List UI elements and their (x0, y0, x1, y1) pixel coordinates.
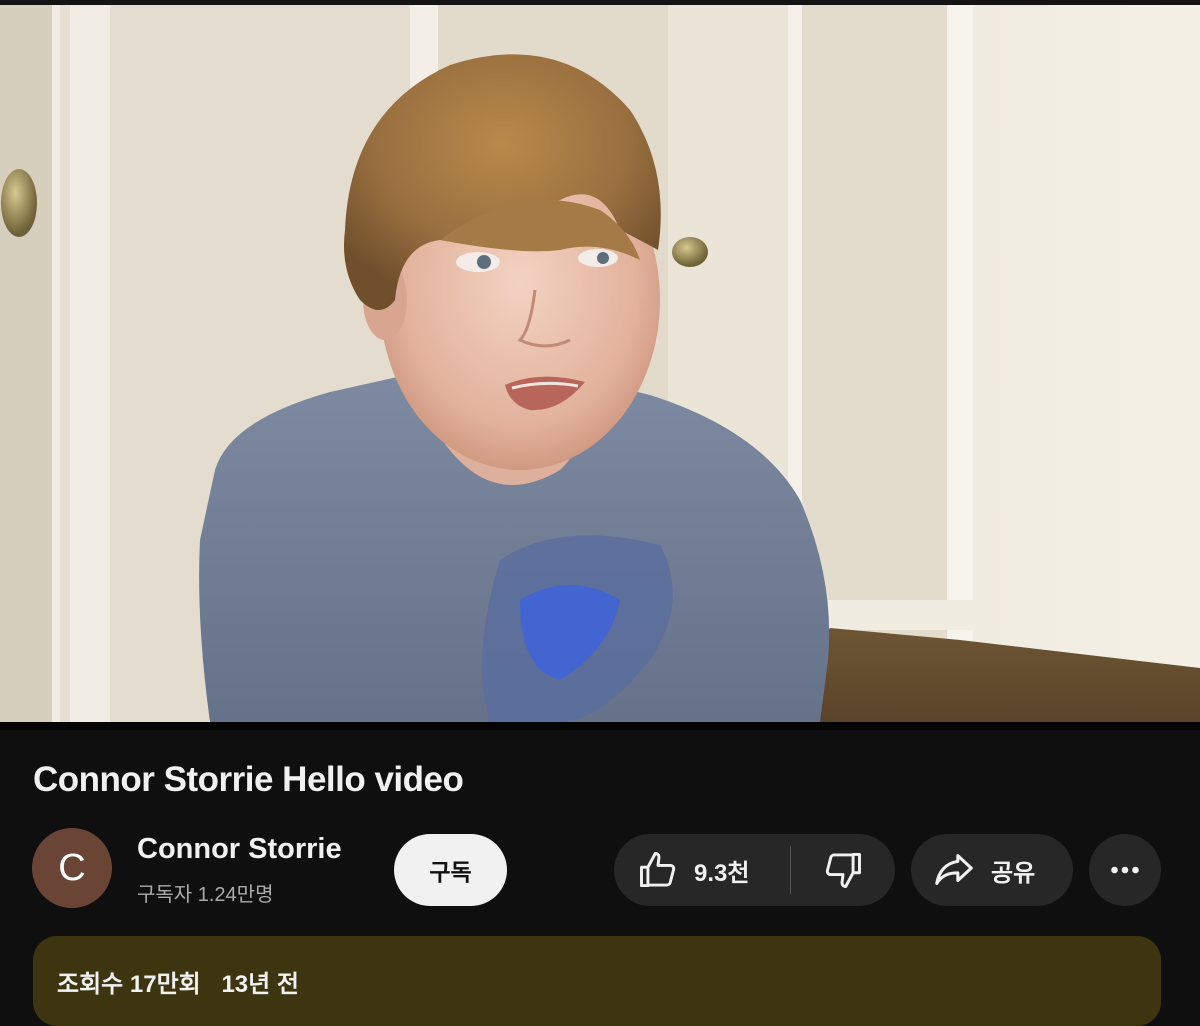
thumbs-up-icon (640, 852, 676, 888)
thumbs-down-icon (825, 852, 861, 888)
share-arrow-icon (935, 854, 973, 885)
like-count: 9.3천 (694, 859, 750, 887)
subscriber-count: 구독자 1.24만명 (137, 884, 274, 906)
description-meta: 조회수 17만회 13년 전 (57, 964, 299, 999)
view-count: 조회수 17만회 (57, 971, 201, 998)
description-box[interactable]: 조회수 17만회 13년 전 (33, 936, 1161, 1026)
subscribe-button[interactable]: 구독 (394, 834, 507, 906)
video-player[interactable] (0, 0, 1200, 722)
share-label: 공유 (991, 859, 1036, 887)
avatar-letter: C (58, 846, 86, 889)
video-bottom-edge (0, 722, 1200, 730)
like-button[interactable]: 9.3천 (614, 834, 789, 906)
like-dislike-group: 9.3천 (614, 834, 895, 906)
more-actions-button[interactable] (1089, 834, 1161, 906)
video-title: Connor Storrie Hello video (33, 760, 464, 799)
channel-avatar[interactable]: C (32, 828, 112, 908)
video-top-strip (0, 0, 1200, 5)
dislike-button[interactable] (791, 834, 895, 906)
more-horizontal-icon (1111, 866, 1139, 874)
share-button[interactable]: 공유 (911, 834, 1073, 906)
video-frame-image (0, 0, 1200, 722)
upload-age: 13년 전 (221, 971, 299, 998)
channel-name-link[interactable]: Connor Storrie (137, 833, 342, 866)
